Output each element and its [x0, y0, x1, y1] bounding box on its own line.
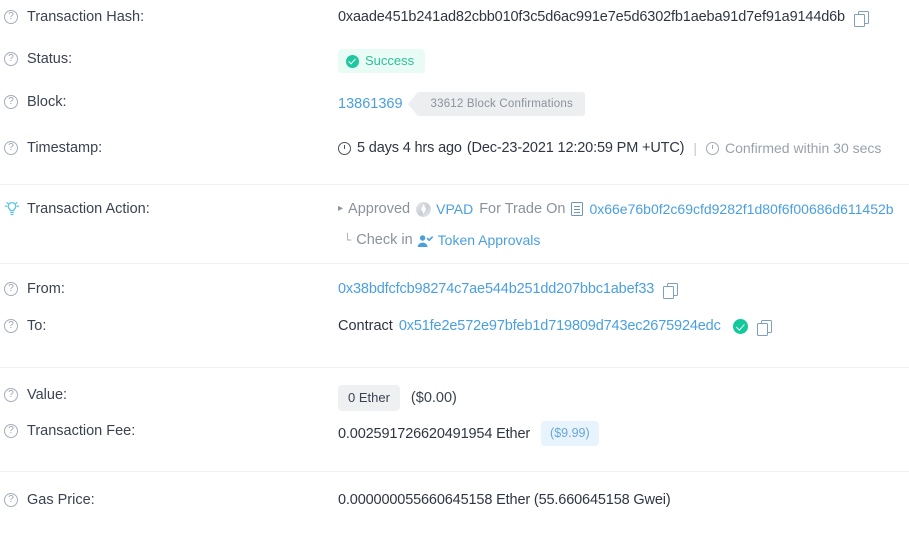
- value-cell-block: 13861369 33612 Block Confirmations: [338, 91, 909, 116]
- label-block: Block:: [27, 94, 67, 110]
- label-value: Value:: [27, 387, 68, 403]
- label-transaction-fee: Transaction Fee:: [27, 423, 136, 439]
- action-token-link[interactable]: VPAD: [436, 199, 473, 219]
- transaction-fee-usd-badge: ($9.99): [541, 421, 599, 446]
- contract-document-icon: [571, 202, 584, 216]
- timestamp-separator: |: [693, 140, 697, 156]
- clock-icon: [338, 141, 351, 155]
- from-address-link[interactable]: 0x38bdfcfcb98274c7ae544b251dd207bbc1abef…: [338, 279, 654, 299]
- row-transaction-action: Transaction Action: ▸ Approved VPAD For …: [0, 185, 909, 257]
- check-circle-icon: [346, 54, 359, 68]
- copy-icon[interactable]: [756, 319, 772, 336]
- action-line-approved: ▸ Approved VPAD For Trade On 0x66e76b0f2…: [338, 199, 909, 219]
- help-icon[interactable]: ?: [4, 282, 18, 296]
- row-from: ? From: 0x38bdfcfcb98274c7ae544b251dd207…: [0, 264, 909, 307]
- row-status: ? Status: Success: [0, 43, 909, 86]
- value-cell-to: Contract 0x51fe2e572e97bfeb1d719809d743e…: [338, 315, 909, 336]
- help-icon[interactable]: ?: [4, 52, 18, 66]
- action-contract-address-link[interactable]: 0x66e76b0f2c69cfd9282f1d80f6f00686d61145…: [589, 199, 893, 219]
- value-usd: ($0.00): [410, 390, 457, 406]
- value-ether-badge: 0 Ether: [338, 385, 400, 411]
- value-cell-timestamp: 5 days 4 hrs ago (Dec-23-2021 12:20:59 P…: [338, 137, 909, 158]
- label-cell-timestamp: ? Timestamp:: [4, 137, 338, 158]
- vpad-token-icon: [416, 201, 432, 217]
- label-cell-status: ? Status:: [4, 48, 338, 69]
- value-cell-transaction-hash: 0xaade451b241ad82cbb010f3c5d6ac991e7e5d6…: [338, 6, 909, 27]
- transaction-details-table: ? Transaction Hash: 0xaade451b241ad82cbb…: [0, 0, 909, 515]
- status-badge: Success: [338, 49, 426, 73]
- action-line-check-in: └ Check in Token Approvals: [338, 230, 909, 250]
- action-middle-text: For Trade On: [479, 201, 566, 217]
- help-icon[interactable]: ?: [4, 319, 18, 333]
- value-cell-status: Success: [338, 48, 909, 73]
- to-address-link[interactable]: 0x51fe2e572e97bfeb1d719809d743ec2675924e…: [399, 316, 721, 336]
- label-from: From:: [27, 281, 65, 297]
- label-gas-price: Gas Price:: [27, 492, 95, 508]
- help-icon[interactable]: ?: [4, 493, 18, 507]
- block-number-link[interactable]: 13861369: [338, 96, 403, 112]
- row-transaction-fee: ? Transaction Fee: 0.002591726620491954 …: [0, 411, 909, 454]
- timestamp-relative: 5 days 4 hrs ago: [357, 140, 462, 156]
- status-badge-label: Success: [365, 53, 415, 68]
- block-confirmations-badge: 33612 Block Confirmations: [407, 92, 585, 116]
- value-cell-gas-price: 0.000000055660645158 Ether (55.660645158…: [338, 489, 909, 510]
- timestamp-absolute: (Dec-23-2021 12:20:59 PM +UTC): [466, 140, 685, 156]
- value-cell-from: 0x38bdfcfcb98274c7ae544b251dd207bbc1abef…: [338, 278, 909, 299]
- action-verb: Approved: [348, 201, 411, 217]
- copy-icon[interactable]: [663, 282, 679, 299]
- label-cell-transaction-action: Transaction Action:: [4, 198, 338, 219]
- row-value: ? Value: 0 Ether ($0.00): [0, 368, 909, 411]
- label-cell-gas-price: ? Gas Price:: [4, 489, 338, 510]
- label-cell-value: ? Value:: [4, 384, 338, 405]
- help-icon[interactable]: ?: [4, 95, 18, 109]
- label-status: Status:: [27, 51, 73, 67]
- row-gas-price: ? Gas Price: 0.000000055660645158 Ether …: [0, 472, 909, 515]
- transaction-hash-value: 0xaade451b241ad82cbb010f3c5d6ac991e7e5d6…: [338, 9, 845, 25]
- confirmed-within-text: Confirmed within 30 secs: [725, 140, 882, 156]
- caret-right-icon: ▸: [338, 203, 344, 214]
- label-timestamp: Timestamp:: [27, 140, 103, 156]
- value-cell-transaction-fee: 0.002591726620491954 Ether ($9.99): [338, 420, 909, 446]
- help-icon[interactable]: ?: [4, 10, 18, 24]
- help-icon[interactable]: ?: [4, 424, 18, 438]
- token-approvals-link[interactable]: Token Approvals: [438, 230, 541, 250]
- value-cell-value: 0 Ether ($0.00): [338, 384, 909, 411]
- copy-icon[interactable]: [853, 10, 869, 27]
- lightbulb-icon: [4, 201, 20, 217]
- label-cell-to: ? To:: [4, 315, 338, 336]
- label-cell-block: ? Block:: [4, 91, 338, 112]
- gas-price-value: 0.000000055660645158 Ether (55.660645158…: [338, 492, 671, 508]
- row-block: ? Block: 13861369 33612 Block Confirmati…: [0, 86, 909, 129]
- label-transaction-action: Transaction Action:: [27, 201, 150, 217]
- label-cell-transaction-fee: ? Transaction Fee:: [4, 420, 338, 441]
- label-cell-from: ? From:: [4, 278, 338, 299]
- label-cell-transaction-hash: ? Transaction Hash:: [4, 6, 338, 27]
- to-contract-prefix: Contract: [338, 318, 393, 334]
- row-timestamp: ? Timestamp: 5 days 4 hrs ago (Dec-23-20…: [0, 129, 909, 172]
- value-cell-transaction-action: ▸ Approved VPAD For Trade On 0x66e76b0f2…: [338, 198, 909, 250]
- row-transaction-hash: ? Transaction Hash: 0xaade451b241ad82cbb…: [0, 0, 909, 43]
- label-to: To:: [27, 318, 47, 334]
- corner-branch-icon: └: [344, 233, 352, 247]
- label-transaction-hash: Transaction Hash:: [27, 9, 145, 25]
- action-check-in-text: Check in: [356, 232, 413, 248]
- help-icon[interactable]: ?: [4, 388, 18, 402]
- clock-icon: [706, 141, 719, 155]
- row-to: ? To: Contract 0x51fe2e572e97bfeb1d71980…: [0, 307, 909, 350]
- verified-check-icon: [732, 318, 748, 334]
- person-check-icon: [417, 233, 433, 247]
- help-icon[interactable]: ?: [4, 141, 18, 155]
- transaction-fee-ether: 0.002591726620491954 Ether: [338, 425, 531, 442]
